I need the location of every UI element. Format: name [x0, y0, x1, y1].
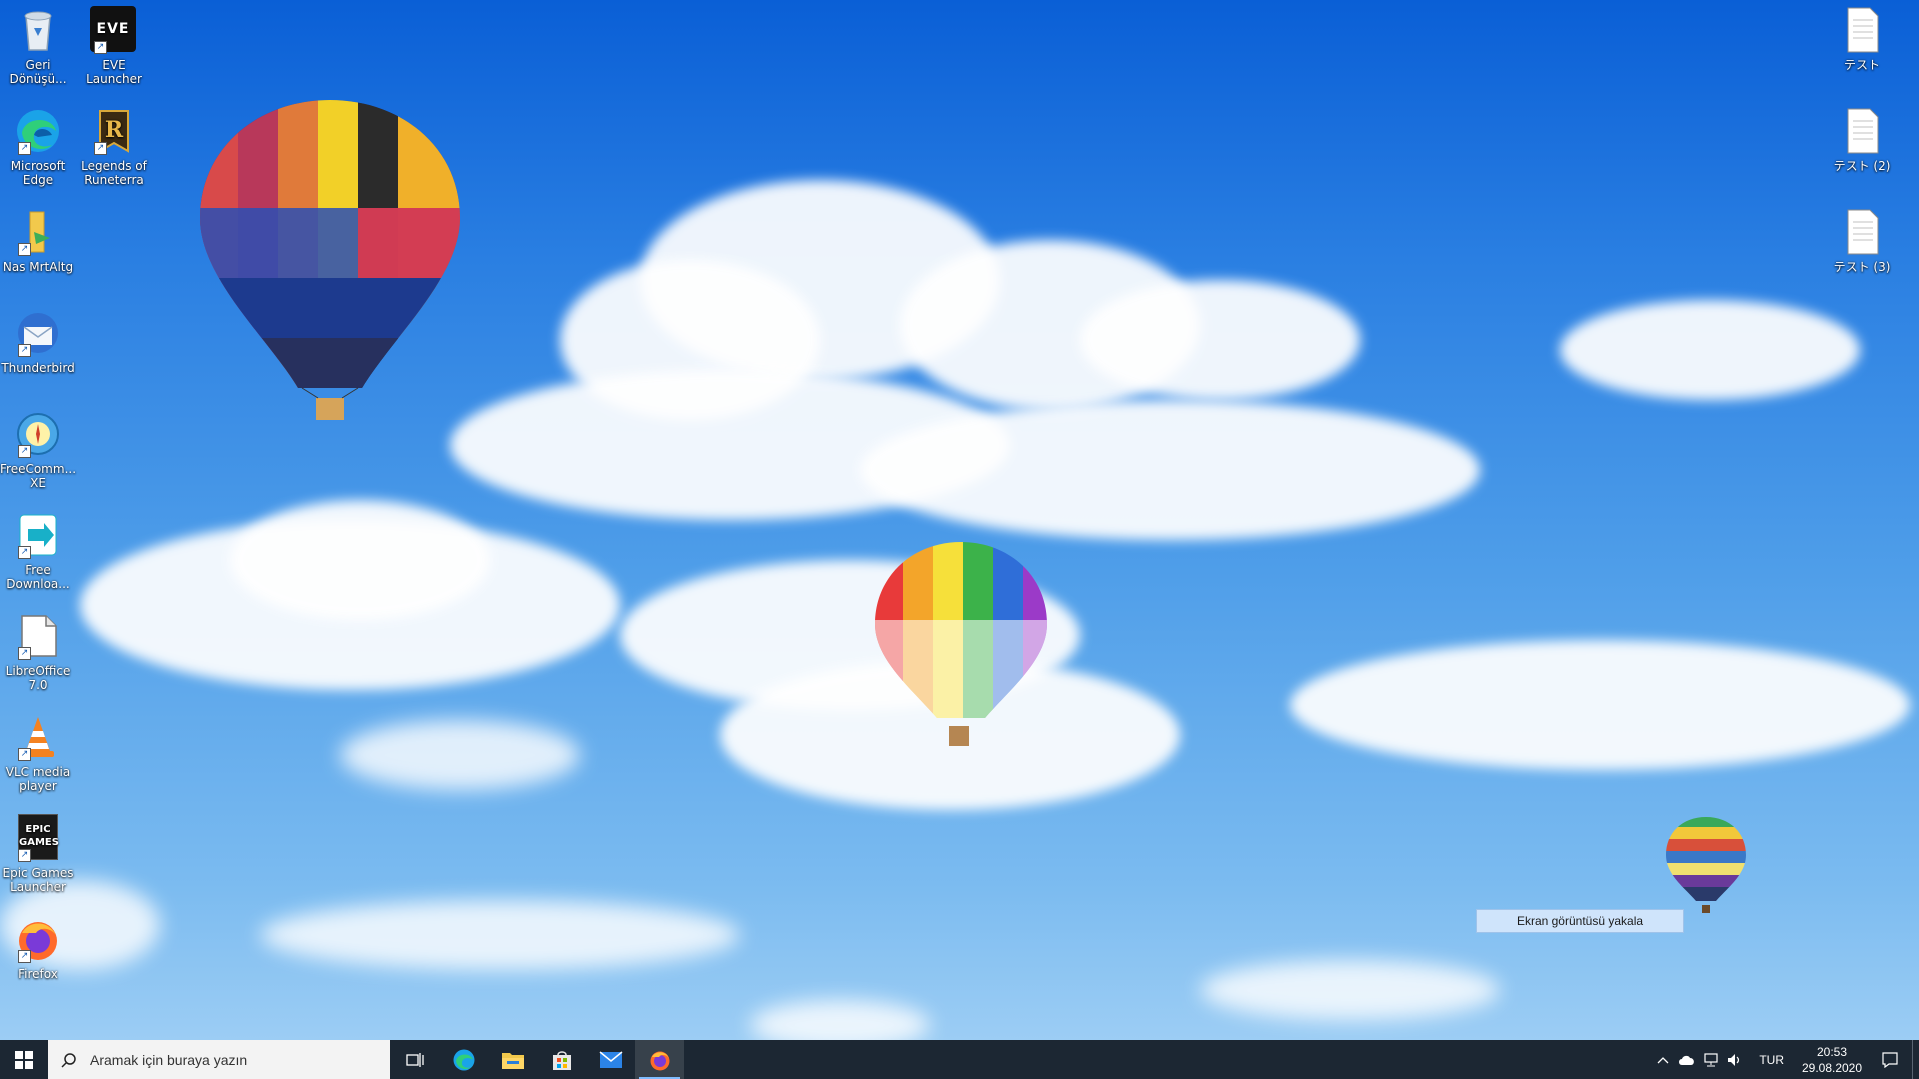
- libreoffice-icon: ↗: [14, 612, 62, 660]
- desktop-icon-thunderbird[interactable]: ↗ Thunderbird: [0, 309, 76, 375]
- desktop-icon-test-file-1[interactable]: テスト: [1824, 6, 1900, 72]
- taskbar-mail[interactable]: [586, 1040, 635, 1079]
- mail-icon: [599, 1050, 622, 1068]
- shortcut-arrow-icon: ↗: [18, 748, 31, 761]
- freecommander-icon: ↗: [14, 410, 62, 458]
- desktop-icon-freecommander[interactable]: ↗ FreeComm... XE: [0, 410, 76, 490]
- shortcut-arrow-icon: ↗: [18, 142, 31, 155]
- desktop-icon-vlc[interactable]: ↗ VLC media player: [0, 713, 76, 793]
- recycle-bin-icon: [14, 6, 62, 54]
- firefox-icon: [650, 1051, 669, 1070]
- store-bag-icon: [552, 1050, 571, 1070]
- desktop-icon-firefox[interactable]: ↗ Firefox: [0, 915, 76, 981]
- desktop-icon-test-file-2[interactable]: テスト (2): [1824, 107, 1900, 173]
- epic-games-icon: EPIC GAMES ↗: [14, 814, 62, 862]
- runeterra-icon: R ↗: [90, 107, 138, 155]
- taskbar-microsoft-store[interactable]: [537, 1040, 586, 1079]
- shortcut-arrow-icon: ↗: [18, 849, 31, 862]
- desktop-icon-eve-launcher[interactable]: EVE ↗ EVE Launcher: [76, 6, 152, 86]
- clock-date: 29.08.2020: [1801, 1060, 1863, 1075]
- shortcut-arrow-icon: ↗: [94, 41, 107, 54]
- search-icon: [48, 1052, 90, 1068]
- hot-air-balloon-middle: [875, 542, 1047, 746]
- desktop-icon-legends-of-runeterra[interactable]: R ↗ Legends of Runeterra: [76, 107, 152, 187]
- edge-icon: [453, 1049, 474, 1070]
- volume-icon[interactable]: [1723, 1053, 1747, 1067]
- text-file-icon: [1838, 6, 1886, 54]
- shortcut-arrow-icon: ↗: [18, 647, 31, 660]
- shortcut-arrow-icon: ↗: [18, 950, 31, 963]
- clock-time: 20:53: [1816, 1044, 1848, 1059]
- thunderbird-icon: ↗: [14, 309, 62, 357]
- free-download-manager-icon: ↗: [14, 511, 62, 559]
- tooltip-screenshot: Ekran görüntüsü yakala: [1476, 909, 1684, 933]
- desktop-icon-microsoft-edge[interactable]: ↗ Microsoft Edge: [0, 107, 76, 187]
- edge-icon: ↗: [14, 107, 62, 155]
- start-button[interactable]: [0, 1040, 48, 1079]
- shortcut-arrow-icon: ↗: [18, 344, 31, 357]
- desktop-icon-nas-mrtaltg[interactable]: ↗ Nas MrtAltg: [0, 208, 76, 274]
- taskbar: Aramak için buraya yazın TUR 20:53 29.08…: [0, 1040, 1919, 1079]
- input-language[interactable]: TUR: [1747, 1053, 1796, 1067]
- shortcut-arrow-icon: ↗: [18, 445, 31, 458]
- onedrive-cloud-icon[interactable]: [1675, 1054, 1699, 1066]
- eve-launcher-icon: EVE ↗: [90, 6, 138, 54]
- shortcut-arrow-icon: ↗: [18, 546, 31, 559]
- task-view-icon: [405, 1052, 424, 1067]
- desktop-icon-epic-games[interactable]: EPIC GAMES ↗ Epic Games Launcher: [0, 814, 76, 894]
- vlc-cone-icon: ↗: [14, 713, 62, 761]
- shortcut-arrow-icon: ↗: [94, 142, 107, 155]
- shortcut-arrow-icon: ↗: [18, 243, 31, 256]
- taskbar-file-explorer[interactable]: [488, 1040, 537, 1079]
- folder-icon: [501, 1052, 524, 1069]
- taskbar-firefox[interactable]: [635, 1040, 684, 1079]
- taskbar-edge[interactable]: [439, 1040, 488, 1079]
- desktop-wallpaper: Geri Dönüşü... EVE ↗ EVE Launcher ↗ Micr…: [0, 0, 1919, 1040]
- clock[interactable]: 20:53 29.08.2020: [1796, 1044, 1868, 1076]
- desktop-icon-recycle-bin[interactable]: Geri Dönüşü...: [0, 6, 76, 86]
- hot-air-balloon-large: [200, 100, 460, 420]
- svg-text:R: R: [105, 117, 124, 143]
- notification-icon: [1882, 1051, 1898, 1068]
- desktop-icon-free-download-manager[interactable]: ↗ Free Downloa...: [0, 511, 76, 591]
- desktop-icon-test-file-3[interactable]: テスト (3): [1824, 208, 1900, 274]
- firefox-icon: ↗: [14, 915, 62, 963]
- desktop-icon-libreoffice[interactable]: ↗ LibreOffice 7.0: [0, 612, 76, 692]
- network-icon[interactable]: [1699, 1052, 1723, 1067]
- task-view-button[interactable]: [390, 1040, 439, 1079]
- system-tray: TUR 20:53 29.08.2020: [1651, 1040, 1919, 1079]
- text-file-icon: [1838, 107, 1886, 155]
- search-placeholder: Aramak için buraya yazın: [90, 1051, 248, 1068]
- action-center-button[interactable]: [1868, 1051, 1912, 1068]
- search-box[interactable]: Aramak için buraya yazın: [48, 1040, 390, 1079]
- hot-air-balloon-small: [1666, 817, 1746, 913]
- text-file-icon: [1838, 208, 1886, 256]
- show-hidden-icons-chevron-icon[interactable]: [1651, 1056, 1675, 1064]
- windows-logo-icon: [15, 1050, 33, 1069]
- folder-icon: ↗: [14, 208, 62, 256]
- show-desktop-button[interactable]: [1912, 1040, 1919, 1079]
